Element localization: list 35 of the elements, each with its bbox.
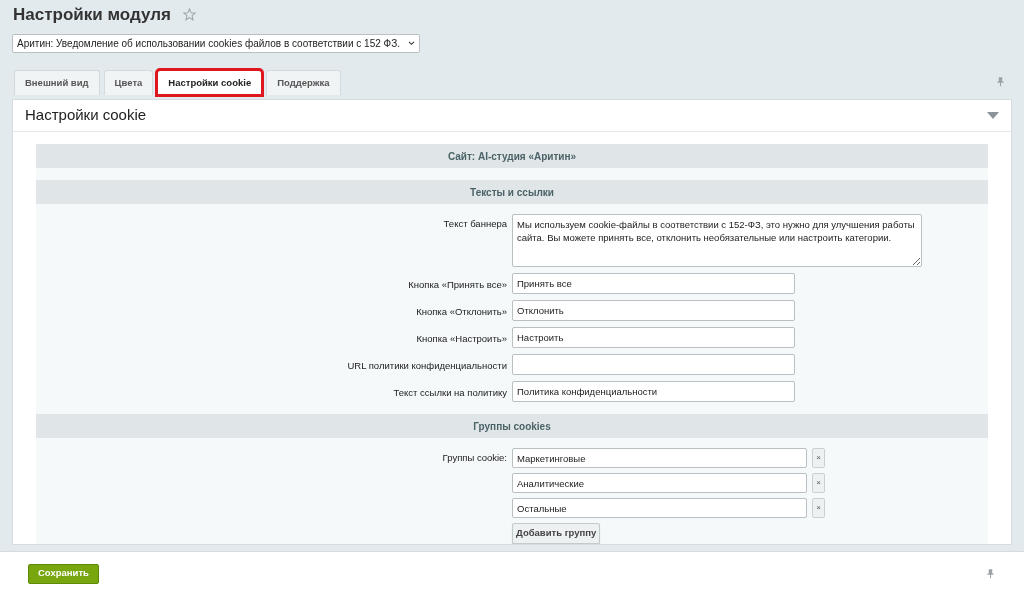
- field-label: Текст ссылки на политику: [392, 386, 508, 400]
- remove-button[interactable]: ×: [812, 448, 825, 468]
- input-field[interactable]: Настроить: [512, 327, 795, 348]
- field-label: Кнопка «Принять все»: [407, 278, 508, 292]
- remove-button[interactable]: ×: [812, 498, 825, 518]
- add-group-button[interactable]: Добавить группу: [512, 523, 601, 544]
- input-field[interactable]: Отклонить: [512, 300, 795, 321]
- remove-button[interactable]: ×: [812, 473, 825, 493]
- input-field[interactable]: Остальные: [512, 498, 807, 518]
- section-heading: Группы cookies: [36, 414, 988, 438]
- pin-icon[interactable]: [987, 568, 994, 579]
- tab[interactable]: Внешний вид: [14, 70, 100, 95]
- chevron-down-icon: [408, 41, 415, 46]
- collapse-triangle-icon[interactable]: [987, 112, 999, 119]
- page-title: Настройки модуля: [13, 3, 171, 26]
- tab[interactable]: Поддержка: [266, 70, 341, 95]
- input-field[interactable]: Маркетинговые: [512, 448, 807, 468]
- input-field[interactable]: Политика конфиденциальности: [512, 381, 795, 402]
- field-label: Кнопка «Настроить»: [415, 332, 508, 346]
- tab[interactable]: Цвета: [103, 70, 154, 95]
- field-label: Кнопка «Отклонить»: [415, 305, 508, 319]
- pin-icon[interactable]: [997, 76, 1004, 87]
- text-area[interactable]: Мы используем cookie-файлы в соответствии с 152-ФЗ, это нужно для улучшения работы сайта. Вы можете принять все, отклонить необязательные или настроить категории.: [512, 214, 922, 267]
- input-field[interactable]: [512, 354, 795, 375]
- field-label: Текст баннера: [442, 217, 508, 231]
- panel-title: Настройки cookie: [25, 105, 147, 126]
- module-select[interactable]: Аритин: Уведомление об использовании cookies файлов в соответствии с 152 ФЗ.: [12, 34, 420, 53]
- tab[interactable]: Настройки cookie: [157, 70, 263, 95]
- star-icon[interactable]: [182, 8, 196, 21]
- field-label: Группы cookie:: [441, 451, 508, 465]
- section-heading: Тексты и ссылки: [36, 180, 988, 204]
- section-heading: Сайт: AI-студия «Аритин»: [36, 144, 988, 168]
- input-field[interactable]: Аналитические: [512, 473, 807, 493]
- input-field[interactable]: Принять все: [512, 273, 795, 294]
- field-label: URL политики конфиденциальности: [346, 359, 508, 373]
